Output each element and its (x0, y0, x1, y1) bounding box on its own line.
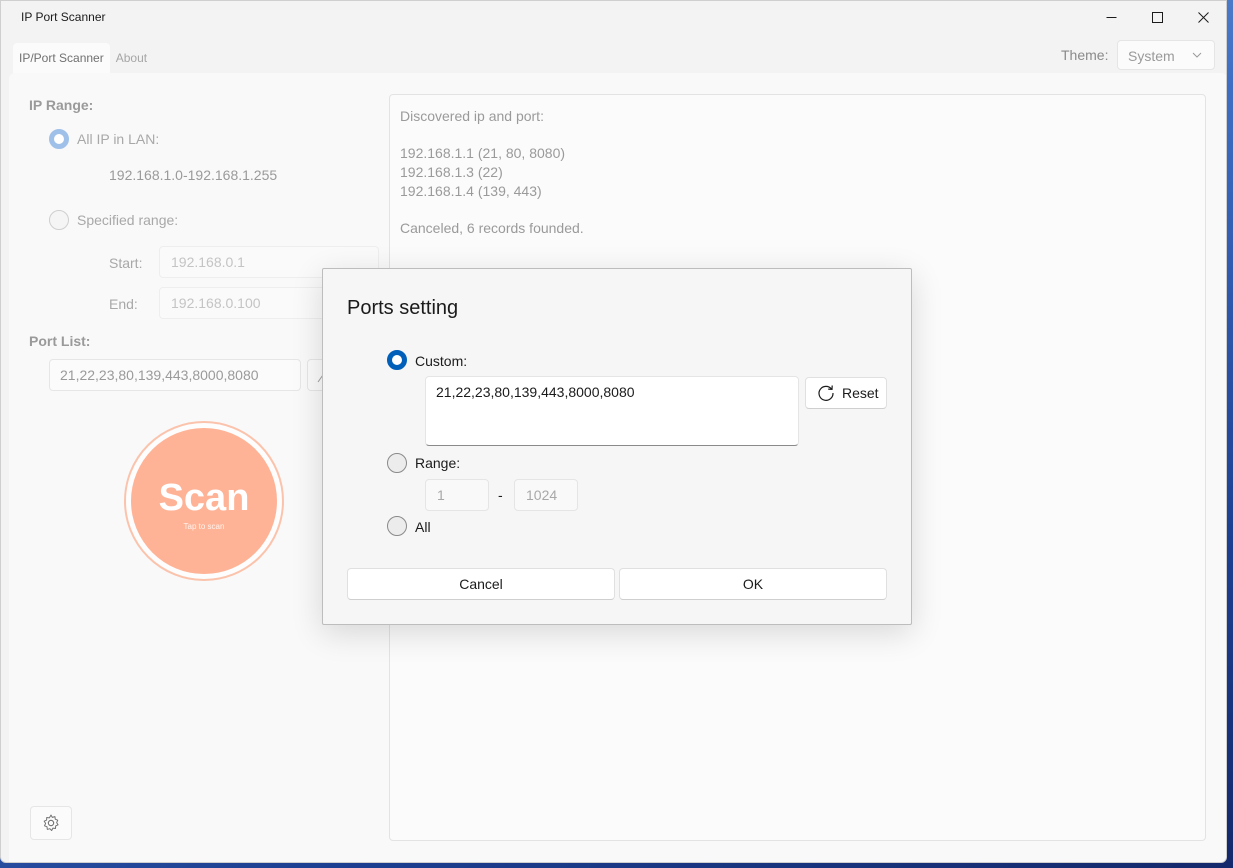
result-item: 192.168.1.1 (21, 80, 8080) (400, 145, 566, 161)
all-ip-value: 192.168.1.0-192.168.1.255 (109, 167, 278, 183)
result-item: 192.168.1.4 (139, 443) (400, 183, 542, 199)
title-bar[interactable]: IP Port Scanner (1, 1, 1226, 34)
all-ip-radio[interactable] (49, 129, 69, 149)
result-item: 192.168.1.3 (22) (400, 164, 503, 180)
start-label: Start: (109, 255, 143, 271)
minimize-icon (1106, 17, 1116, 18)
end-label: End: (109, 296, 138, 312)
minimize-button[interactable] (1088, 1, 1134, 34)
port-list-value: 21,22,23,80,139,443,8000,8080 (60, 367, 259, 383)
maximize-icon (1151, 12, 1163, 23)
range-to-placeholder: 1024 (526, 487, 558, 503)
range-ports-radio[interactable] (387, 453, 407, 473)
theme-value: System (1128, 48, 1175, 64)
reset-label: Reset (842, 385, 879, 401)
all-ip-label: All IP in LAN: (77, 131, 160, 147)
end-ip-placeholder: 192.168.0.100 (171, 295, 261, 311)
ports-setting-dialog: Ports setting Custom: 21,22,23,80,139,44… (322, 268, 912, 625)
cancel-button[interactable]: Cancel (347, 568, 615, 600)
ok-button[interactable]: OK (619, 568, 887, 600)
port-list-label: Port List: (29, 333, 91, 349)
refresh-icon (818, 385, 834, 401)
port-list-input[interactable]: 21,22,23,80,139,443,8000,8080 (49, 359, 301, 391)
range-from-placeholder: 1 (437, 487, 445, 503)
custom-ports-label: Custom: (415, 353, 468, 369)
results-status: Canceled, 6 records founded. (400, 220, 584, 236)
ip-range-label: IP Range: (29, 97, 94, 113)
window-title: IP Port Scanner (21, 10, 106, 24)
all-ports-radio[interactable] (387, 516, 407, 536)
close-icon (1197, 12, 1209, 23)
scan-title: Scan (158, 476, 250, 519)
scan-button-face: Scan Tap to scan (131, 428, 277, 574)
tab-bar: IP/Port Scanner About (13, 43, 153, 73)
range-ports-label: Range: (415, 455, 461, 471)
tab-about[interactable]: About (110, 43, 153, 73)
custom-ports-value: 21,22,23,80,139,443,8000,8080 (436, 384, 635, 400)
range-separator: - (498, 487, 503, 503)
close-button[interactable] (1180, 1, 1226, 34)
reset-button[interactable]: Reset (805, 377, 887, 409)
results-header: Discovered ip and port: (400, 108, 544, 124)
start-ip-placeholder: 192.168.0.1 (171, 254, 245, 270)
custom-ports-radio[interactable] (387, 350, 407, 370)
settings-button[interactable] (30, 806, 72, 840)
chevron-down-icon (1192, 52, 1202, 58)
range-to-input[interactable]: 1024 (514, 479, 578, 511)
theme-dropdown[interactable]: System (1117, 40, 1215, 70)
range-from-input[interactable]: 1 (425, 479, 489, 511)
specified-range-label: Specified range: (77, 212, 179, 228)
tab-ip-port-scanner[interactable]: IP/Port Scanner (13, 43, 110, 73)
gear-icon (43, 814, 59, 831)
dialog-title: Ports setting (347, 297, 459, 319)
maximize-button[interactable] (1134, 1, 1180, 34)
specified-range-radio[interactable] (49, 210, 69, 230)
theme-label: Theme: (1061, 47, 1109, 63)
scan-button[interactable]: Scan Tap to scan (124, 421, 284, 581)
custom-ports-textarea[interactable]: 21,22,23,80,139,443,8000,8080 (425, 376, 799, 446)
all-ports-label: All (415, 519, 431, 535)
scan-subtitle: Tap to scan (183, 521, 225, 531)
